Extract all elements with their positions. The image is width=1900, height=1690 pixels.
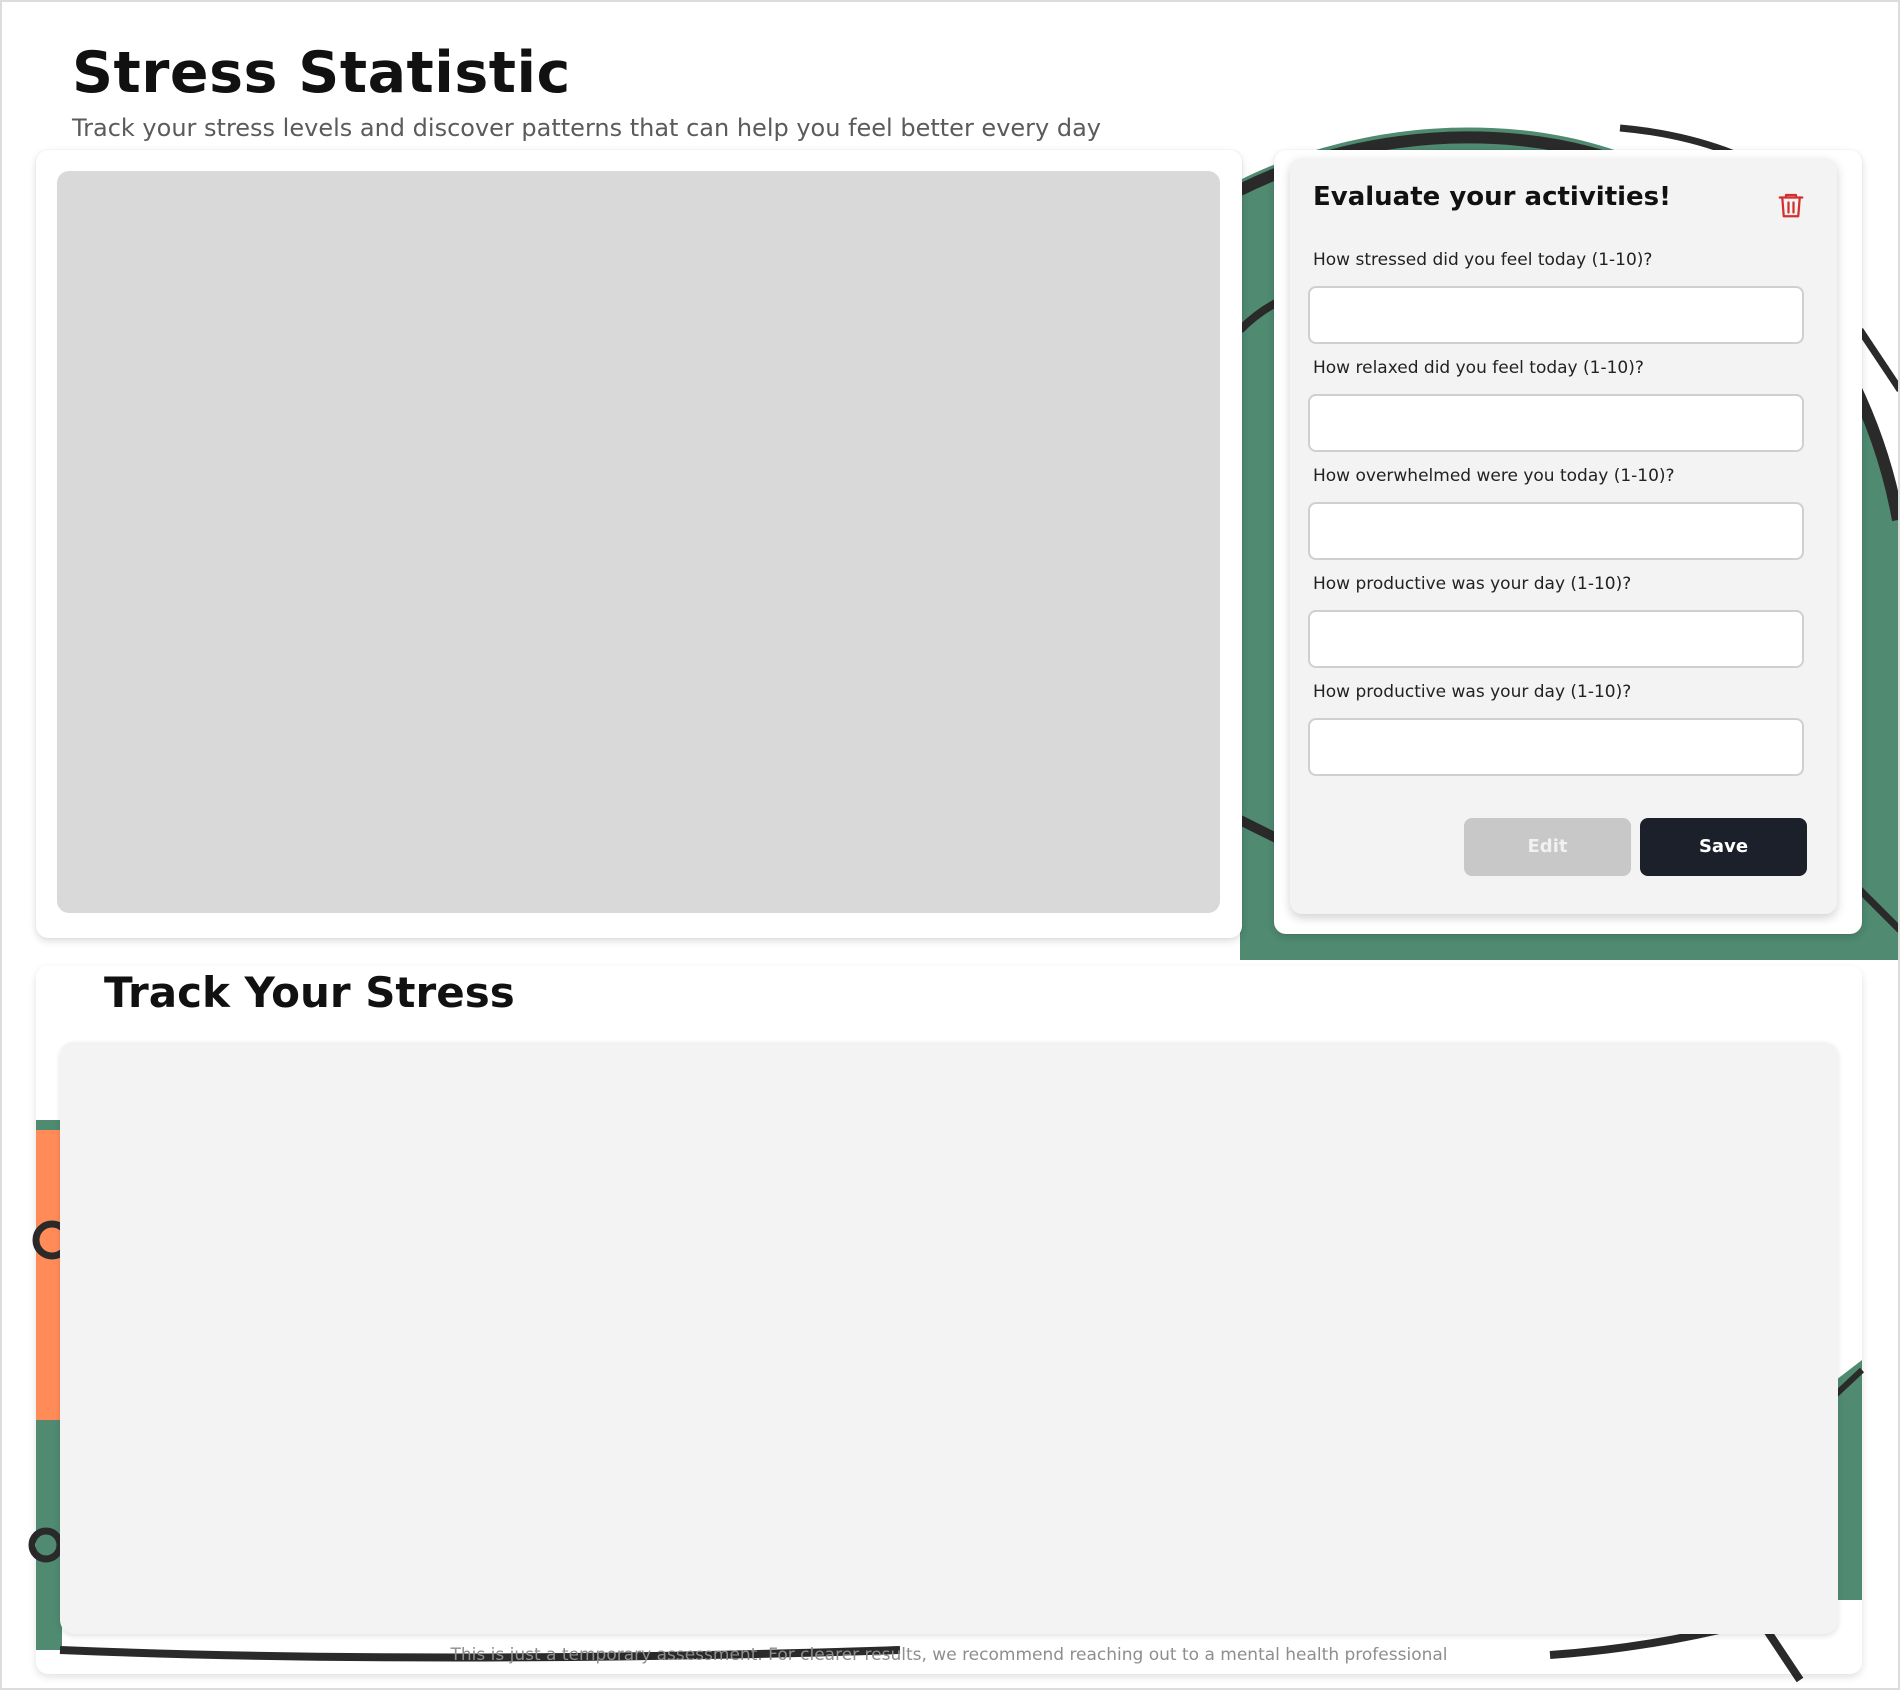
relaxed-input[interactable] — [1308, 394, 1804, 452]
delete-button[interactable] — [1776, 190, 1806, 220]
productive-input-2[interactable] — [1308, 718, 1804, 776]
trash-icon — [1778, 193, 1804, 218]
tracker-content-area — [60, 1042, 1838, 1634]
edit-button[interactable]: Edit — [1464, 818, 1631, 876]
question-label-productive-2: How productive was your day (1-10)? — [1313, 682, 1632, 702]
question-label-relaxed: How relaxed did you feel today (1-10)? — [1313, 358, 1644, 378]
save-button[interactable]: Save — [1640, 818, 1807, 876]
question-label-overwhelmed: How overwhelmed were you today (1-10)? — [1313, 466, 1675, 486]
statistic-chart-placeholder — [57, 171, 1220, 913]
question-label-stressed: How stressed did you feel today (1-10)? — [1313, 250, 1653, 270]
form-title: Evaluate your activities! — [1313, 182, 1671, 212]
evaluation-form: Evaluate your activities! How stressed d… — [1290, 158, 1837, 914]
question-label-productive: How productive was your day (1-10)? — [1313, 574, 1632, 594]
stressed-input[interactable] — [1308, 286, 1804, 344]
page-title: Stress Statistic — [72, 40, 571, 106]
disclaimer-text: This is just a temporary assessment. For… — [450, 1645, 1448, 1665]
page-subtitle: Track your stress levels and discover pa… — [72, 114, 1102, 142]
overwhelmed-input[interactable] — [1308, 502, 1804, 560]
statistic-card — [36, 150, 1242, 938]
tracker-title: Track Your Stress — [104, 968, 515, 1017]
productive-input[interactable] — [1308, 610, 1804, 668]
